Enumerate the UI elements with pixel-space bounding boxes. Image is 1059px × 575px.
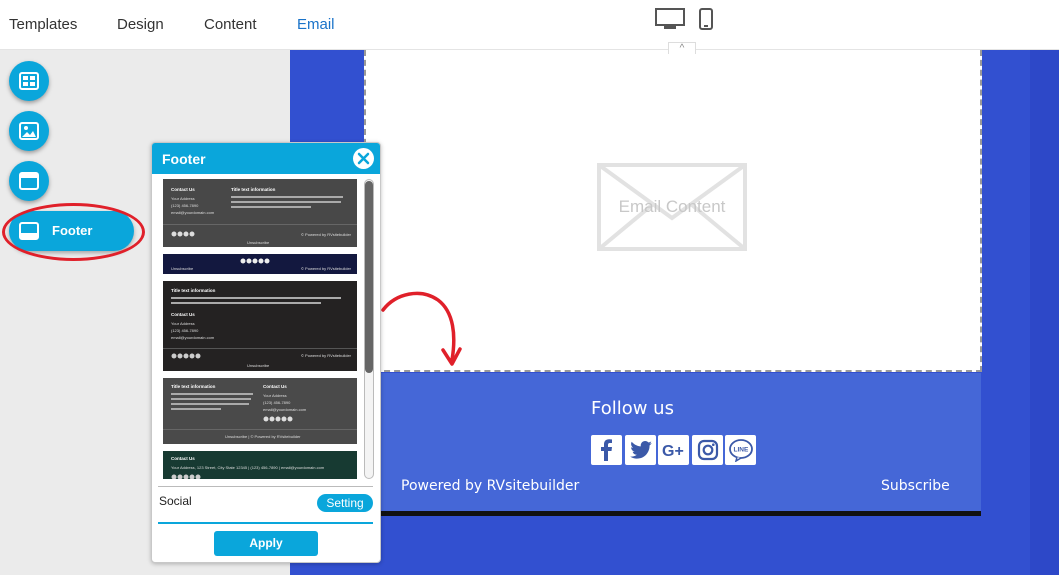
template-3-phone: (123) 456-7890 (171, 328, 199, 333)
svg-text:LINE: LINE (733, 446, 748, 453)
highlight-circle (2, 203, 145, 261)
template-1-contact: Contact Us (171, 187, 195, 192)
template-4-footer: Unsubscribe | © Powered by RVsitebuilder (225, 434, 301, 439)
template-1-title: Title text information (231, 187, 276, 192)
mobile-icon[interactable] (699, 8, 713, 30)
window-icon (19, 172, 39, 190)
powered-by-text[interactable]: Powered by RVsitebuilder (401, 478, 579, 494)
template-5-line: Your Address, 123 Street, City State 123… (171, 465, 325, 470)
footer-panel-title: Footer (162, 151, 206, 167)
apply-button[interactable]: Apply (214, 531, 318, 556)
layout-icon (19, 72, 39, 90)
template-3-address: Your Address (171, 321, 195, 326)
social-label: Social (159, 494, 192, 508)
close-button[interactable] (353, 148, 374, 169)
facebook-icon[interactable] (591, 435, 622, 465)
top-bar: Templates Design Content Email (0, 0, 1059, 50)
template-2-unsubscribe: Unsubscribe (171, 266, 194, 271)
instagram-icon[interactable] (692, 435, 723, 465)
follow-us-text: Follow us (591, 398, 674, 419)
template-4-phone: (123) 456-7890 (263, 400, 291, 405)
template-3-title: Title text information (171, 288, 216, 293)
line-icon[interactable]: LINE (725, 435, 756, 465)
email-content-placeholder: Email Content (618, 197, 726, 216)
nav-content[interactable]: Content (204, 16, 257, 33)
nav-email[interactable]: Email (297, 16, 335, 33)
template-5-contact: Contact Us (171, 456, 195, 461)
template-1-unsubscribe: Unsubscribe (247, 240, 270, 245)
google-plus-icon[interactable]: G+ (658, 435, 689, 465)
image-icon (19, 122, 39, 140)
desktop-icon[interactable] (655, 8, 685, 30)
footer-template-5[interactable]: Contact Us Your Address, 123 Street, Cit… (163, 451, 357, 479)
template-4-title: Title text information (171, 384, 216, 389)
footer-template-1[interactable]: Contact Us Title text information Your A… (163, 179, 357, 247)
template-1-powered: © Powered by RVsitebuilder (301, 232, 352, 237)
divider-accent (158, 522, 373, 524)
image-button[interactable] (9, 111, 49, 151)
template-3-email: email@yourdomain.com (171, 335, 215, 340)
window-button[interactable] (9, 161, 49, 201)
template-4-address: Your Address (263, 393, 287, 398)
footer-template-4[interactable]: Title text information Contact Us Your A… (163, 378, 357, 444)
footer-template-3[interactable]: Title text information Contact Us Your A… (163, 281, 357, 371)
divider (158, 486, 373, 487)
layout-button[interactable] (9, 61, 49, 101)
template-3-unsubscribe: Unsubscribe (247, 363, 270, 368)
setting-button[interactable]: Setting (317, 494, 373, 512)
template-1-email: email@yourdomain.com (171, 210, 215, 215)
template-4-email: email@yourdomain.com (263, 407, 307, 412)
template-3-powered: © Powered by RVsitebuilder (301, 353, 352, 358)
template-3-contact: Contact Us (171, 312, 195, 317)
nav-templates[interactable]: Templates (9, 16, 77, 33)
template-scrollbar-thumb[interactable] (365, 181, 373, 373)
collapse-handle[interactable]: ^ (668, 42, 696, 54)
footer-panel: Footer Contact Us Title text information… (151, 142, 381, 563)
twitter-icon[interactable] (625, 435, 656, 465)
footer-template-2[interactable]: Unsubscribe © Powered by RVsitebuilder (163, 254, 357, 274)
red-arrow-annotation (381, 291, 462, 366)
template-1-phone: (123) 456-7890 (171, 203, 199, 208)
template-1-address: Your Address (171, 196, 195, 201)
template-4-contact: Contact Us (263, 384, 287, 389)
footer-template-list: Contact Us Title text information Your A… (163, 179, 357, 479)
subscribe-link[interactable]: Subscribe (881, 478, 950, 494)
footer-panel-header: Footer (152, 143, 380, 174)
nav-design[interactable]: Design (117, 16, 164, 33)
template-2-powered: © Powered by RVsitebuilder (301, 266, 352, 271)
footer-bottom-line (380, 511, 981, 516)
close-icon (357, 152, 370, 165)
svg-text:G+: G+ (662, 443, 684, 459)
canvas-edge (1030, 50, 1059, 575)
